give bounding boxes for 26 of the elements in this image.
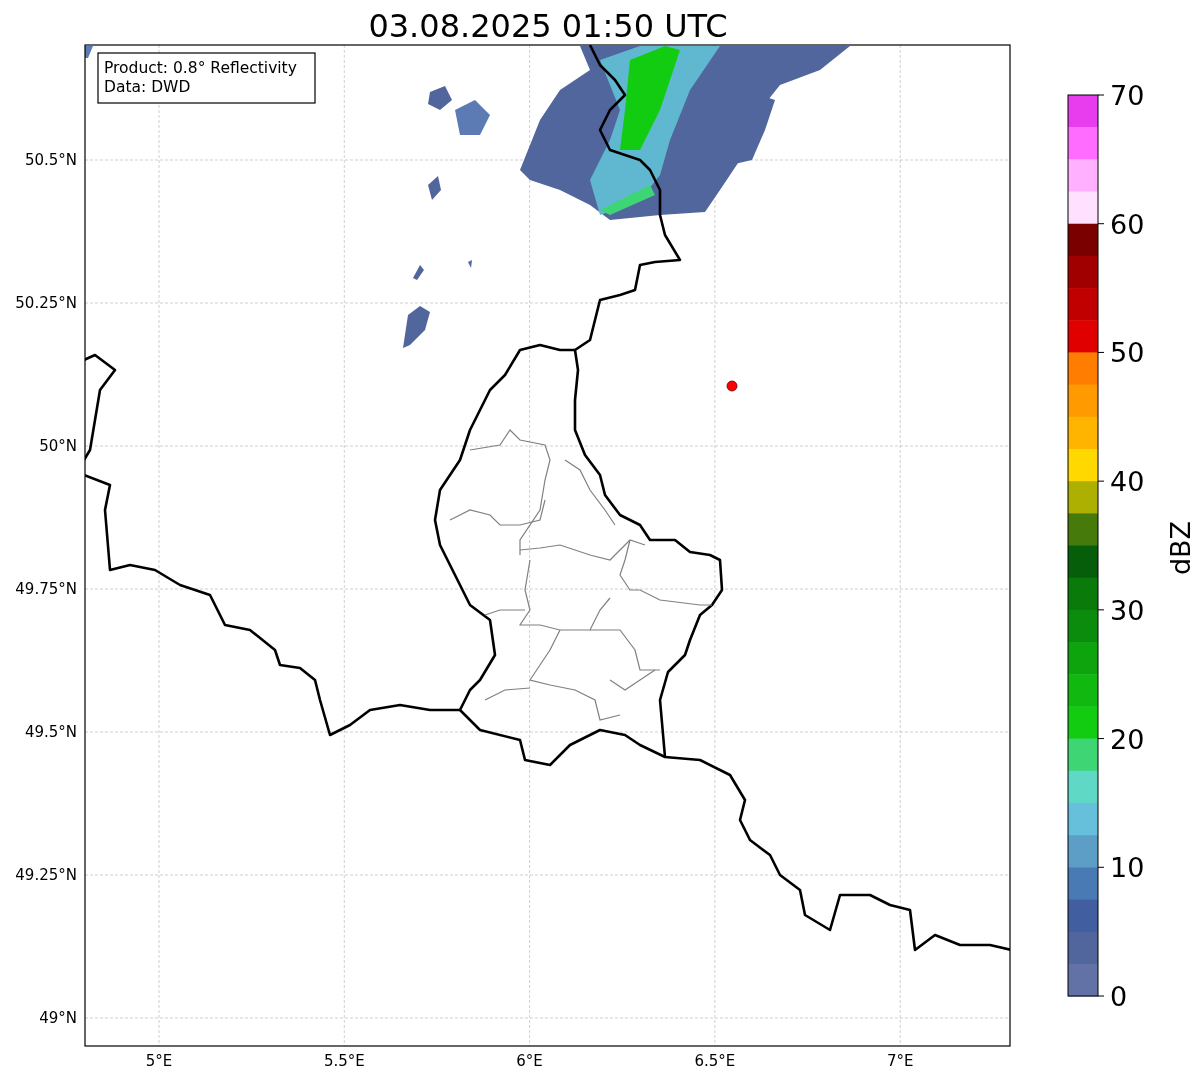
colorbar-label: 50 <box>1110 337 1145 369</box>
colorbar-label: 20 <box>1110 723 1145 755</box>
longitude-label: 5.5°E <box>323 1052 365 1070</box>
longitude-label: 5°E <box>145 1052 173 1070</box>
location-marker <box>726 380 738 392</box>
colorbar-label: 30 <box>1110 594 1145 626</box>
plot-title: 03.08.2025 01:50 UTC <box>368 7 728 45</box>
latitude-label: 50°N <box>39 437 77 455</box>
longitude-label: 6.5°E <box>694 1052 736 1070</box>
colorbar-label: 60 <box>1110 208 1145 240</box>
colorbar-label: 10 <box>1110 852 1145 884</box>
district-border <box>564 459 616 526</box>
latitude-label: 49.5°N <box>24 723 77 741</box>
latitude-label: 49.75°N <box>15 580 77 598</box>
info-text: Product: 0.8° Reflectivity <box>104 59 297 77</box>
info-text: Data: DWD <box>104 78 191 96</box>
longitude-label: 7°E <box>886 1052 914 1070</box>
colorbar-label: 70 <box>1110 80 1145 111</box>
latitude-label: 50.5°N <box>24 151 77 169</box>
latitude-label: 50.25°N <box>15 294 77 312</box>
colorbar-label: 0 <box>1110 981 1128 1012</box>
colorbar-title: dBZ <box>1165 520 1196 576</box>
latitude-label: 49°N <box>39 1009 77 1027</box>
longitude-label: 6°E <box>516 1052 543 1070</box>
latitude-label: 49.25°N <box>15 866 77 884</box>
colorbar-label: 40 <box>1110 466 1145 498</box>
